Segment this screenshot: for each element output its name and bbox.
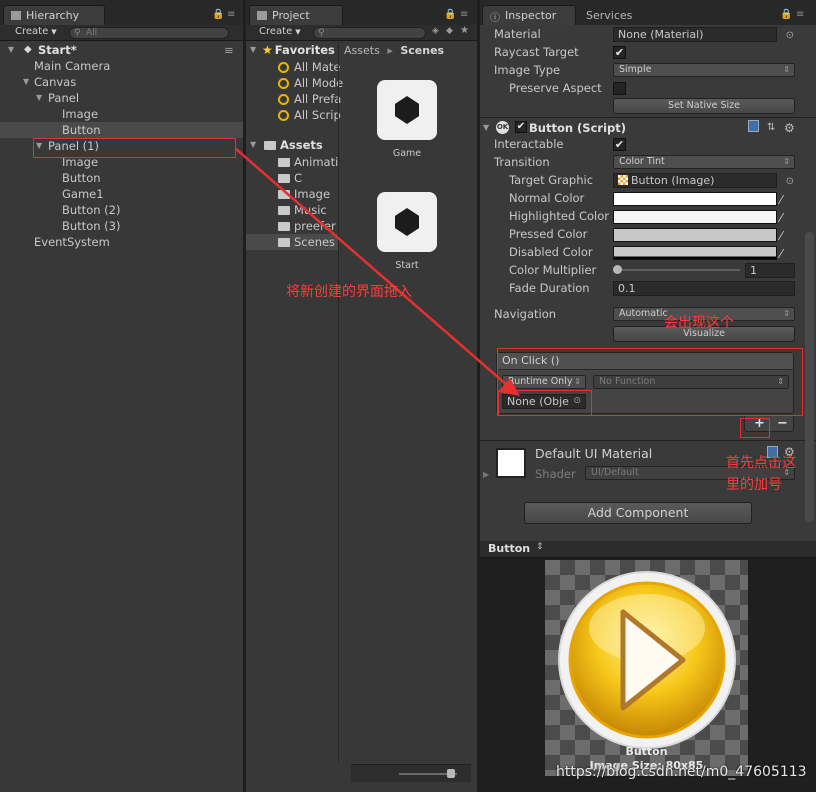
annotation-click-text-2: 里的加号 bbox=[726, 477, 782, 493]
watermark: https://blog.csdn.net/m0_47605113 bbox=[556, 764, 807, 780]
drag-arrow bbox=[235, 148, 520, 396]
annotation-click-text-1: 首先点击这 bbox=[726, 455, 796, 471]
annotation-appear-text: 会出现这个 bbox=[664, 315, 734, 331]
annotation-drag-text: 将新创建的界面拖入 bbox=[286, 284, 412, 300]
